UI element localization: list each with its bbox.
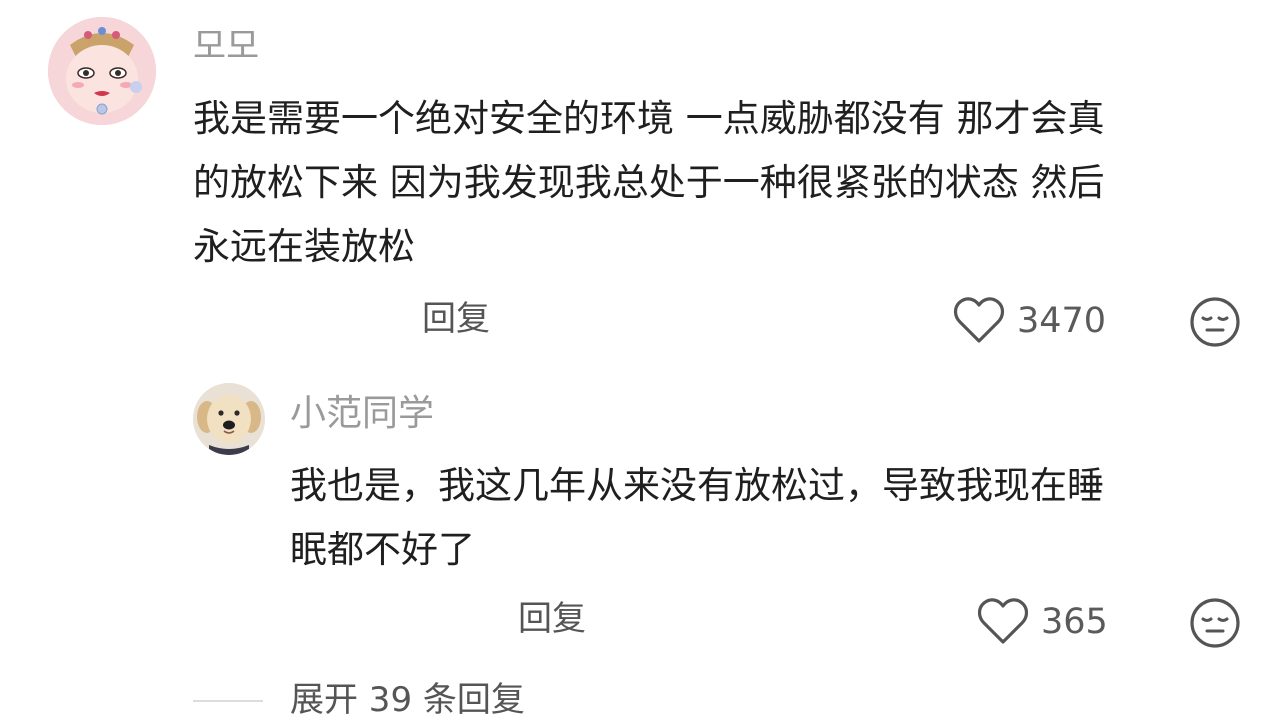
like-count: 3470 [1017,300,1107,341]
comment-text-line: 的放松下来 因为我发现我总处于一种很紧张的状态 然后 [193,161,1105,204]
cartoon-girl-avatar-icon [48,17,156,125]
expand-divider [193,700,263,702]
meh-face-icon [1190,598,1240,648]
heart-outline-icon [953,297,1005,343]
like-button[interactable]: 3470 [953,297,1106,345]
dislike-button[interactable] [1189,597,1241,649]
reply-button[interactable]: 回复 [422,302,490,336]
reply-avatar[interactable] [193,383,265,455]
reply-text: 我也是，我这几年从来没有放松过，导致我现在睡 眠都不好了 [290,454,1104,582]
dislike-button[interactable] [1189,296,1241,348]
reply-username[interactable]: 小范同学 [290,396,434,432]
comment-text: 我是需要一个绝对安全的环境 一点威胁都没有 那才会真 的放松下来 因为我发现我总… [193,87,1105,279]
comment-username[interactable]: 모모 [193,29,259,65]
comment-text-line: 我是需要一个绝对安全的环境 一点威胁都没有 那才会真 [193,97,1105,140]
meh-face-icon [1190,297,1240,347]
expand-replies-button[interactable]: 展开 39 条回复 [290,683,525,717]
like-count: 365 [1041,601,1108,642]
reply-button[interactable]: 回复 [518,602,586,636]
heart-outline-icon [977,598,1029,644]
reply-text-line: 眠都不好了 [290,528,475,571]
like-button[interactable]: 365 [977,598,1108,646]
comment-text-line: 永远在装放松 [193,225,415,268]
comment-avatar[interactable] [48,17,156,125]
reply-text-line: 我也是，我这几年从来没有放松过，导致我现在睡 [290,464,1104,507]
golden-retriever-puppy-avatar-icon [193,383,265,455]
